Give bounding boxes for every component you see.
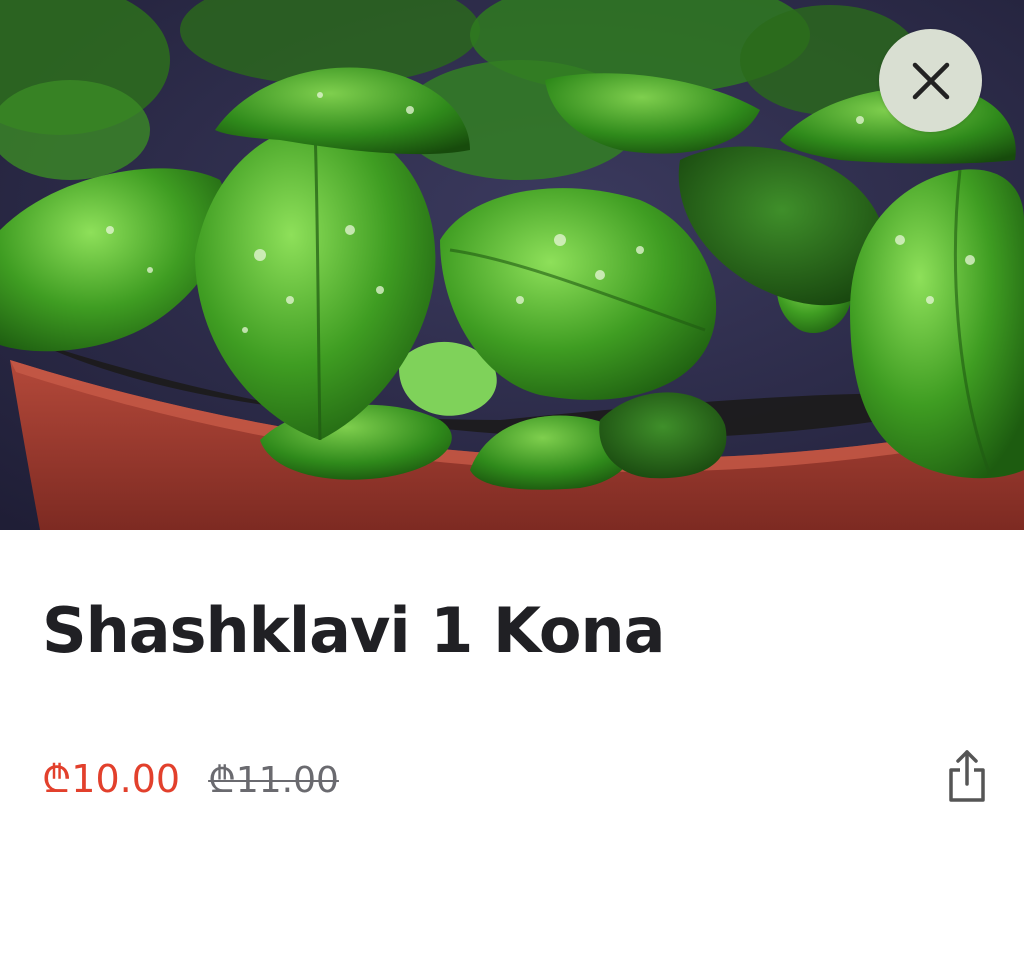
current-price: ₾10.00 xyxy=(42,757,181,801)
share-button[interactable] xyxy=(940,744,994,808)
product-title: Shashklavi 1 Kona xyxy=(42,594,665,667)
price-row: ₾10.00 ₾11.00 xyxy=(42,752,339,804)
close-icon xyxy=(912,62,949,99)
share-icon xyxy=(949,750,985,802)
close-button[interactable] xyxy=(879,29,982,132)
product-details: Shashklavi 1 Kona ₾10.00 ₾11.00 xyxy=(0,530,1024,976)
product-detail-screen: Shashklavi 1 Kona ₾10.00 ₾11.00 xyxy=(0,0,1024,976)
product-image xyxy=(0,0,1024,530)
original-price: ₾11.00 xyxy=(208,760,339,801)
